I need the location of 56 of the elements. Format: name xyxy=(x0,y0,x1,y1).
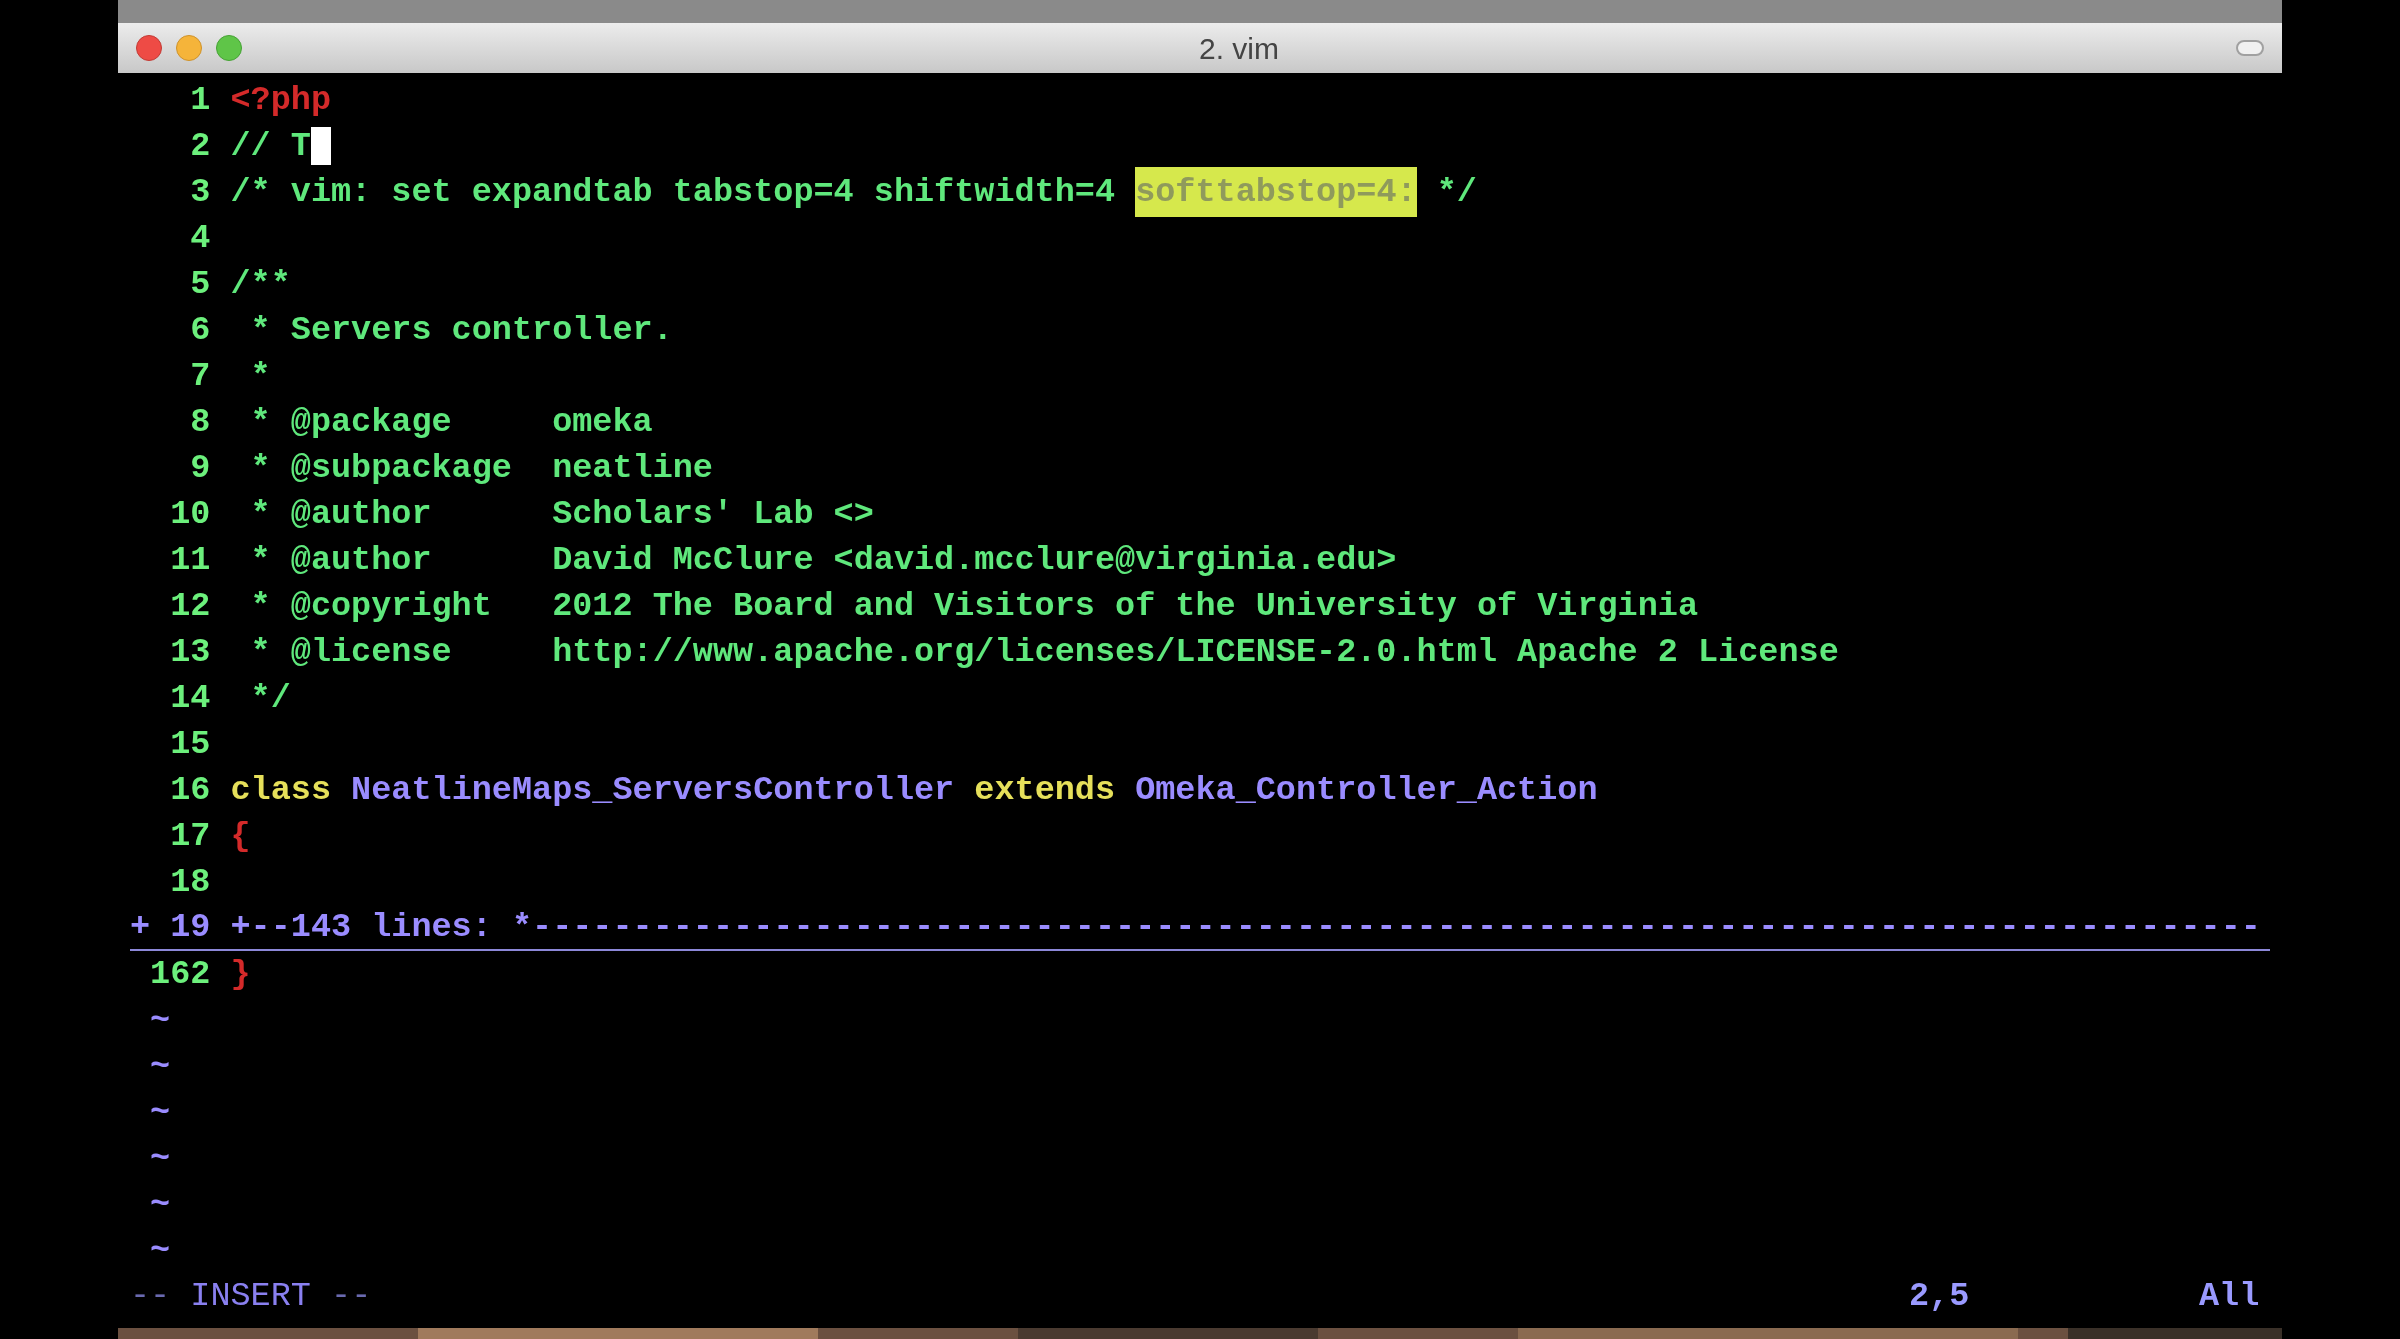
code-text: * @author Scholars' Lab <> xyxy=(249,493,874,535)
empty-line-marker: ~ xyxy=(150,1045,171,1087)
code-text: */ xyxy=(1435,171,1477,213)
code-text: } xyxy=(230,953,251,995)
line-number: 11 xyxy=(169,539,211,581)
line-number: 12 xyxy=(169,585,211,627)
mode-indicator: -- INSERT -- xyxy=(130,1275,372,1317)
code-text: * @package omeka xyxy=(249,401,653,443)
code-text: { xyxy=(230,815,251,857)
line-number: 2 xyxy=(189,125,211,167)
empty-line-marker: ~ xyxy=(150,1229,171,1271)
line-number: 14 xyxy=(169,677,211,719)
toolbar-toggle-button[interactable] xyxy=(2236,40,2264,56)
code-text: /* vim: set expandtab tabstop=4 shiftwidth=4 xyxy=(230,171,1117,213)
empty-line-marker: ~ xyxy=(150,1137,171,1179)
line-number: 1 xyxy=(189,79,211,121)
empty-line-marker: ~ xyxy=(150,1091,171,1133)
line-number: 6 xyxy=(189,309,211,351)
code-text: */ xyxy=(249,677,291,719)
fold-text[interactable]: +--143 lines: *-------------------------------------------------------------------------------------- xyxy=(230,901,2261,953)
fold-marker: + xyxy=(130,907,151,946)
search-highlight: softtabstop=4: xyxy=(1135,166,1417,218)
minimize-button[interactable] xyxy=(176,35,202,61)
line-number: 15 xyxy=(169,723,211,765)
line-number: 9 xyxy=(189,447,211,489)
line-number: 4 xyxy=(189,217,211,259)
line-number: 7 xyxy=(189,355,211,397)
code-text: // T xyxy=(230,125,311,167)
zoom-button[interactable] xyxy=(216,35,242,61)
code-text: * @subpackage neatline xyxy=(249,447,713,489)
window-title: 2. vim xyxy=(1199,30,1279,67)
code-text: NeatlineMaps_ServersController xyxy=(350,769,955,811)
line-number: 17 xyxy=(169,815,211,857)
line-number: 16 xyxy=(169,769,211,811)
code-text: * xyxy=(249,355,271,397)
empty-line-marker: ~ xyxy=(150,999,171,1041)
close-button[interactable] xyxy=(136,35,162,61)
code-text: /** xyxy=(230,263,291,305)
line-number: 18 xyxy=(169,861,211,903)
code-text: * @author David McClure <david.mcclure@virginia.edu> xyxy=(249,539,1397,581)
code-text: * Servers controller. xyxy=(249,309,673,351)
code-text: Omeka_Controller_Action xyxy=(1134,769,1598,811)
code-text: extends xyxy=(973,769,1116,811)
line-number: 19 xyxy=(169,906,211,948)
line-number: 13 xyxy=(169,631,211,673)
code-text: * @license http://www.apache.org/licenses/LICENSE-2.0.html Apache 2 License xyxy=(249,631,1839,673)
empty-line-marker: ~ xyxy=(150,1183,171,1225)
line-number: 3 xyxy=(189,171,211,213)
line-number: 5 xyxy=(189,263,211,305)
line-number: 162 xyxy=(150,953,211,995)
code-text: class xyxy=(230,769,331,811)
cursor-position: 2,5 xyxy=(1909,1275,1971,1317)
code-text: * @copyright 2012 The Board and Visitors of the University of Virginia xyxy=(249,585,1699,627)
line-number: 10 xyxy=(169,493,211,535)
code-text: <?php xyxy=(230,79,331,121)
line-number: 8 xyxy=(189,401,211,443)
